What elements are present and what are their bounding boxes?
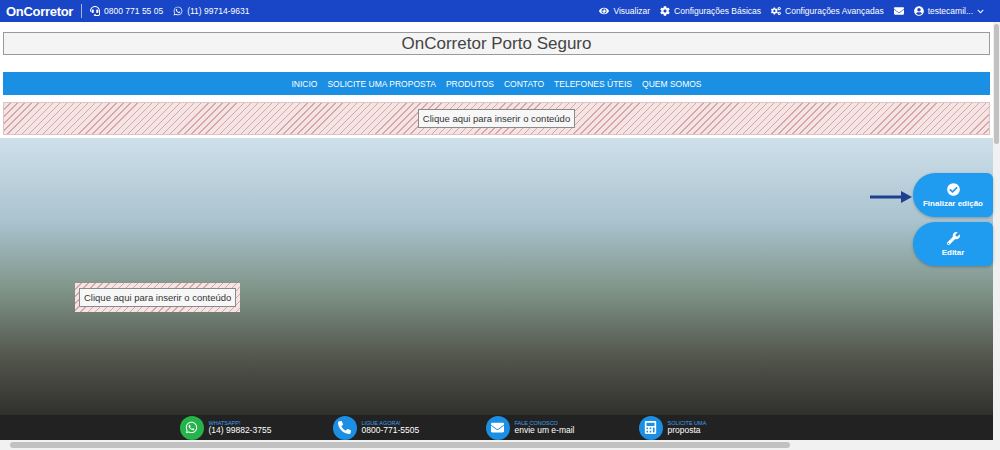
editor-page: OnCorretor 0800 771 55 05 (11) 99714-9631 V… [0, 0, 1000, 450]
button-label: Editar [942, 248, 965, 257]
nav-item[interactable]: SOLICITE UMA PROPOSTA [327, 79, 435, 89]
contact-text: WHATSAPP!(14) 99882-3755 [209, 420, 272, 435]
nav-item[interactable]: QUEM SOMOS [642, 79, 702, 89]
edit-button[interactable]: Editar [913, 222, 993, 266]
top-action-label: Configurações Avançadas [785, 6, 884, 16]
site-title[interactable]: OnCorretor Porto Seguro [3, 32, 990, 55]
proposal-icon [639, 416, 663, 440]
whatsapp-text: (11) 99714-9631 [187, 6, 249, 16]
contact-value: proposta [668, 426, 707, 435]
whatsapp-icon [173, 6, 183, 16]
contact-value: (14) 99882-3755 [209, 426, 272, 435]
top-action[interactable]: Configurações Avançadas [771, 6, 884, 16]
view-icon [599, 6, 609, 16]
chevron-down-icon [977, 8, 984, 15]
top-bar: OnCorretor 0800 771 55 05 (11) 99714-9631 V… [0, 0, 1000, 22]
content-slot: Clique aqui para inserir o conteúdo [75, 283, 240, 312]
nav-item[interactable]: TELEFONES ÚTEIS [554, 79, 632, 89]
mail-icon [486, 416, 510, 440]
mail-icon [894, 6, 904, 16]
top-action-label: Visualizar [613, 6, 650, 16]
contact-text: FALE CONOSCOenvie um e-mail [515, 420, 575, 435]
contact-text: SOLICITE UMAproposta [668, 420, 707, 435]
site-preview: OnCorretor Porto Seguro INICIO SOLICITE UM… [0, 22, 993, 440]
insert-content-button[interactable]: Clique aqui para inserir o conteúdo [418, 109, 575, 128]
top-action[interactable]: Visualizar [599, 6, 650, 16]
wrench-icon [947, 232, 960, 245]
contact-item[interactable]: LIGUE AGORA!0800-771-5505 [333, 416, 448, 440]
user-name: testecamil... [928, 6, 973, 16]
top-action[interactable]: Configurações Básicas [660, 6, 761, 16]
insert-content-button[interactable]: Clique aqui para inserir o conteúdo [79, 288, 236, 307]
vertical-scrollbar[interactable] [993, 22, 1000, 440]
button-label: Finalizar edição [923, 199, 983, 208]
check-icon [947, 183, 960, 196]
logo[interactable]: OnCorretor [6, 4, 81, 19]
user-menu[interactable]: testecamil... [914, 6, 984, 16]
whatsapp-item[interactable]: (11) 99714-9631 [173, 6, 249, 16]
phone-text: 0800 771 55 05 [104, 6, 163, 16]
divider [81, 4, 82, 18]
finish-button[interactable]: Finalizar edição [913, 173, 993, 217]
contact-value: envie um e-mail [515, 426, 575, 435]
contact-item[interactable]: FALE CONOSCOenvie um e-mail [486, 416, 601, 440]
hero-image: Clique aqui para inserir o conteúdo Final… [0, 138, 993, 415]
basic-icon [660, 6, 670, 16]
nav-item[interactable]: CONTATO [504, 79, 544, 89]
scroll-thumb[interactable] [10, 442, 790, 448]
site-nav: INICIO SOLICITE UMA PROPOSTA PRODUTOS CONTA… [3, 72, 990, 95]
main: OnCorretor Porto Seguro INICIO SOLICITE UM… [0, 22, 1000, 440]
nav-item[interactable]: INICIO [291, 79, 317, 89]
contact-bar: WHATSAPP!(14) 99882-3755 LIGUE AGORA!0800… [0, 415, 993, 440]
top-actions: Visualizar Configurações Básicas Configura… [599, 6, 994, 16]
advanced-icon [771, 6, 781, 16]
edit-controls: Finalizar edição Editar [913, 173, 993, 266]
whatsapp-icon [180, 416, 204, 440]
phone-item[interactable]: 0800 771 55 05 [90, 6, 163, 16]
scroll-thumb[interactable] [994, 24, 999, 144]
contact-text: LIGUE AGORA!0800-771-5505 [362, 420, 420, 435]
nav-item[interactable]: PRODUTOS [446, 79, 494, 89]
contact-item[interactable]: WHATSAPP!(14) 99882-3755 [180, 416, 295, 440]
phone-icon [333, 416, 357, 440]
mail-button[interactable] [894, 6, 904, 16]
contact-value: 0800-771-5505 [362, 426, 420, 435]
arrow-icon [869, 190, 913, 204]
top-action-label: Configurações Básicas [674, 6, 761, 16]
headset-icon [90, 6, 100, 16]
user-icon [914, 6, 924, 16]
horizontal-scrollbar[interactable] [0, 440, 1000, 450]
content-slot: Clique aqui para inserir o conteúdo [3, 102, 990, 135]
contact-item[interactable]: SOLICITE UMAproposta [639, 416, 754, 440]
